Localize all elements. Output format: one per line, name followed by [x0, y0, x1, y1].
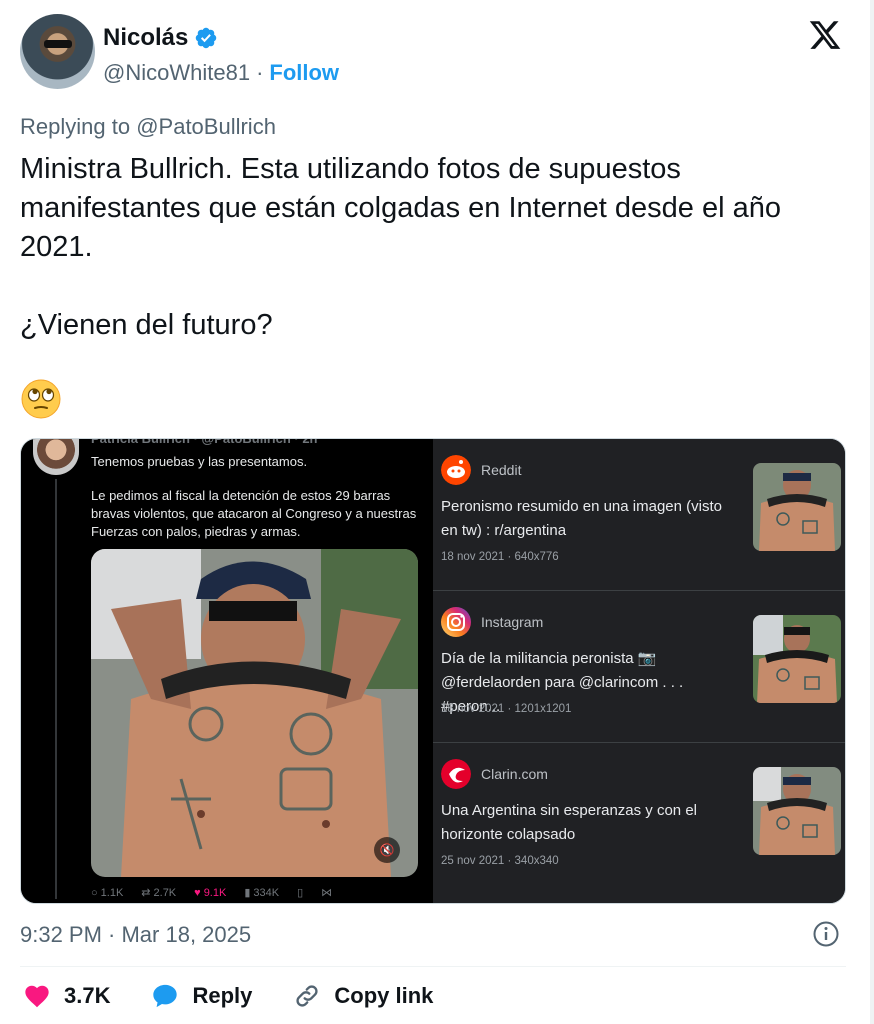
copy-link-label: Copy link	[334, 983, 434, 1008]
reverse-image-search-results: Reddit Peronismo resumido en una imagen …	[433, 439, 845, 903]
author-name-row: Nicolás	[103, 24, 218, 52]
clarin-icon	[441, 759, 471, 789]
attached-image[interactable]: Patricia Bullrich · @PatoBullrich · 2h T…	[20, 438, 846, 904]
page-edge	[870, 0, 874, 1024]
replying-mention[interactable]: @PatoBullrich	[136, 114, 276, 139]
share-icon-small: ⋈	[321, 887, 333, 899]
replying-prefix: Replying to	[20, 114, 131, 139]
action-bar: 3.7K Reply Copy link	[22, 982, 433, 1010]
quoted-views: ▮ 334K	[244, 886, 280, 900]
separator-dot: ·	[256, 60, 264, 85]
verified-badge-icon	[196, 27, 217, 49]
search-result[interactable]: Clarin.com Una Argentina sin esperanzas …	[433, 743, 845, 895]
x-logo-icon[interactable]	[808, 18, 842, 52]
quoted-tweet-screenshot: Patricia Bullrich · @PatoBullrich · 2h T…	[21, 438, 431, 903]
info-icon[interactable]	[812, 920, 840, 948]
tweet-paragraph-2: ¿Vienen del futuro?	[20, 309, 273, 341]
repost-icon-small: ⇄	[141, 887, 151, 899]
result-thumbnail[interactable]	[753, 615, 841, 703]
author-handle[interactable]: @NicoWhite81	[103, 60, 250, 86]
result-meta: 25 nov 2021 · 340x340	[441, 855, 559, 867]
result-meta: 18 nov 2021 · 1201x1201	[441, 703, 572, 715]
search-result[interactable]: Instagram Día de la militancia peronista…	[433, 591, 845, 743]
quoted-stats: ○ 1.1K ⇄ 2.7K ♥ 9.1K ▮ 334K ▯ ⋈	[91, 886, 421, 900]
reply-icon-small: ○	[91, 886, 98, 899]
quoted-line-1: Tenemos pruebas y las presentamos.	[91, 454, 308, 469]
thread-line	[55, 479, 57, 899]
result-meta: 18 nov 2021 · 640x776	[441, 551, 559, 563]
author-avatar[interactable]	[20, 14, 95, 89]
speech-bubble-icon	[153, 984, 178, 1008]
link-icon	[296, 985, 318, 1007]
result-thumbnail[interactable]	[753, 463, 841, 551]
reddit-icon	[441, 455, 471, 485]
result-thumbnail[interactable]	[753, 767, 841, 855]
result-title[interactable]: Peronismo resumido en una imagen (visto …	[441, 495, 731, 543]
follow-button[interactable]: Follow	[269, 60, 339, 86]
result-source: Instagram	[441, 607, 543, 637]
heart-icon-small: ♥	[194, 886, 201, 899]
tattooed-man-photo	[91, 549, 418, 877]
tweet-paragraph-1: Ministra Bullrich. Esta utilizando fotos…	[20, 153, 790, 263]
mute-icon[interactable]: 🔇	[374, 837, 400, 863]
quoted-header: Patricia Bullrich · @PatoBullrich · 2h	[91, 438, 318, 446]
reply-label: Reply	[192, 983, 253, 1008]
like-button[interactable]: 3.7K	[22, 982, 110, 1010]
replying-to: Replying to @PatoBullrich	[20, 114, 276, 140]
reply-button[interactable]: Reply	[150, 982, 252, 1010]
tweet-timestamp[interactable]: 9:32 PM · Mar 18, 2025	[20, 922, 251, 948]
quoted-reposts: ⇄ 2.7K	[141, 886, 177, 900]
quoted-author-avatar	[33, 439, 79, 475]
instagram-icon	[441, 607, 471, 637]
author-handle-row: @NicoWhite81 · Follow	[103, 60, 339, 86]
quoted-text: Tenemos pruebas y las presentamos. Le pe…	[91, 453, 421, 557]
like-count: 3.7K	[64, 983, 111, 1008]
copy-link-button[interactable]: Copy link	[292, 982, 433, 1010]
search-result[interactable]: Reddit Peronismo resumido en una imagen …	[433, 439, 845, 591]
face-with-rolling-eyes-emoji	[21, 379, 61, 419]
heart-icon	[25, 985, 49, 1008]
result-source: Clarin.com	[441, 759, 548, 789]
quoted-photo: 🔇	[91, 549, 418, 877]
divider	[20, 966, 846, 967]
author-name[interactable]: Nicolás	[103, 24, 188, 52]
views-icon-small: ▮	[244, 887, 251, 899]
result-source: Reddit	[441, 455, 521, 485]
bookmark-icon-small: ▯	[297, 887, 304, 899]
quoted-likes: ♥ 9.1K	[194, 886, 227, 899]
quoted-line-2: Le pedimos al fiscal la detención de est…	[91, 488, 417, 539]
quoted-replies: ○ 1.1K	[91, 886, 124, 899]
tweet-text: Ministra Bullrich. Esta utilizando fotos…	[20, 150, 820, 345]
tweet-header: Nicolás @NicoWhite81 · Follow	[20, 14, 860, 94]
result-title[interactable]: Una Argentina sin esperanzas y con el ho…	[441, 799, 731, 847]
